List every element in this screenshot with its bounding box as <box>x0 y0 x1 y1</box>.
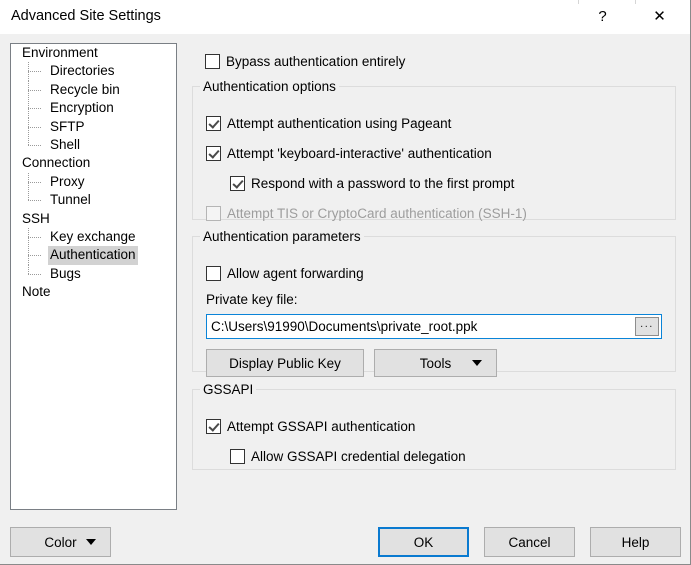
tree-item-label: Tunnel <box>50 192 91 208</box>
tools-dropdown-button[interactable]: Tools <box>374 349 497 377</box>
private-key-file-input[interactable] <box>207 316 635 337</box>
group-gssapi-legend: GSSAPI <box>203 382 254 397</box>
group-authentication-options: Authentication options Attempt authentic… <box>192 79 676 221</box>
tools-button-label: Tools <box>419 355 452 371</box>
attempt-keyboard-interactive-authentication-checkbox[interactable] <box>206 146 221 161</box>
tree-item-directories[interactable]: Directories <box>11 62 176 82</box>
tree-item-authentication[interactable]: Authentication <box>11 246 176 266</box>
tree-item-shell[interactable]: Shell <box>11 135 176 154</box>
allow-gssapi-credential-delegation-label: Allow GSSAPI credential delegation <box>251 449 466 464</box>
display-public-key-button[interactable]: Display Public Key <box>206 349 364 377</box>
checkbox-row-allow-gssapi-credential-delegation[interactable]: Allow GSSAPI credential delegation <box>230 449 466 464</box>
bypass-authentication-label: Bypass authentication entirely <box>226 54 406 69</box>
tree-item-label: Directories <box>50 63 115 79</box>
attempt-gssapi-authentication-checkbox[interactable] <box>206 419 221 434</box>
chevron-down-icon <box>86 539 96 545</box>
tree-item-label: Proxy <box>50 173 85 189</box>
tree-item-label: Note <box>22 284 51 300</box>
tree-item-label: Shell <box>50 136 81 152</box>
checkbox-row-attempt-tis-or-cryptocard-authentication-ssh-1: Attempt TIS or CryptoCard authentication… <box>206 206 527 221</box>
checkbox-row-respond-with-a-password-to-the-first-prompt[interactable]: Respond with a password to the first pro… <box>230 176 514 191</box>
tree-item-encryption[interactable]: Encryption <box>11 99 176 118</box>
close-icon[interactable]: ✕ <box>637 0 682 32</box>
allow-agent-forwarding-label: Allow agent forwarding <box>227 266 364 281</box>
group-gssapi: GSSAPI Attempt GSSAPI authentication Allo… <box>192 382 676 470</box>
titlebar-divider-right <box>635 0 636 4</box>
respond-with-a-password-to-the-first-prompt-label: Respond with a password to the first pro… <box>251 176 515 191</box>
help-button[interactable]: Help <box>590 527 681 557</box>
respond-with-a-password-to-the-first-prompt-checkbox[interactable] <box>230 176 245 191</box>
attempt-gssapi-authentication-label: Attempt GSSAPI authentication <box>227 419 416 434</box>
tree-item-key-exchange[interactable]: Key exchange <box>11 227 176 247</box>
tree-item-label: SSH <box>22 210 50 226</box>
tree-item-tunnel[interactable]: Tunnel <box>11 191 176 209</box>
color-button-label: Color <box>44 534 77 550</box>
chevron-down-icon <box>472 360 482 366</box>
bypass-authentication-checkbox[interactable] <box>205 54 220 69</box>
title-bar: Advanced Site Settings ? ✕ <box>0 0 690 34</box>
ok-button[interactable]: OK <box>378 527 469 557</box>
tree-item-label: Encryption <box>50 100 114 116</box>
tree-item-label: Recycle bin <box>50 81 120 97</box>
advanced-site-settings-dialog: Advanced Site Settings ? ✕ Environment Di… <box>0 0 691 565</box>
tree-item-proxy[interactable]: Proxy <box>11 172 176 192</box>
group-authentication-options-legend: Authentication options <box>203 79 336 94</box>
checkbox-row-allow-agent-forwarding[interactable]: Allow agent forwarding <box>206 266 364 281</box>
attempt-keyboard-interactive-authentication-label: Attempt 'keyboard-interactive' authentic… <box>227 146 492 161</box>
titlebar-divider-left <box>578 0 579 4</box>
attempt-tis-or-cryptocard-authentication-ssh-1-label: Attempt TIS or CryptoCard authentication… <box>227 206 527 221</box>
tree-item-label: Connection <box>22 155 91 171</box>
checkbox-row-bypass-authentication[interactable]: Bypass authentication entirely <box>205 54 405 69</box>
group-authentication-parameters: Authentication parameters Allow agent fo… <box>192 229 676 377</box>
attempt-authentication-using-pageant-checkbox[interactable] <box>206 116 221 131</box>
attempt-authentication-using-pageant-label: Attempt authentication using Pageant <box>227 116 452 131</box>
private-key-file-label: Private key file: <box>206 292 298 307</box>
tree-item-bugs[interactable]: Bugs <box>11 264 176 283</box>
tree-item-ssh[interactable]: SSH <box>11 210 176 228</box>
tree-item-connection[interactable]: Connection <box>11 154 176 172</box>
attempt-tis-or-cryptocard-authentication-ssh-1-checkbox <box>206 206 221 221</box>
cancel-button[interactable]: Cancel <box>484 527 575 557</box>
tree-item-label: Bugs <box>50 265 81 281</box>
tree-item-label: SFTP <box>50 118 85 134</box>
window-title: Advanced Site Settings <box>11 8 161 24</box>
tree-item-sftp[interactable]: SFTP <box>11 117 176 137</box>
checkbox-row-attempt-authentication-using-pageant[interactable]: Attempt authentication using Pageant <box>206 116 451 131</box>
help-icon[interactable]: ? <box>580 0 625 32</box>
tree-item-label: Environment <box>22 45 98 60</box>
allow-gssapi-credential-delegation-checkbox[interactable] <box>230 449 245 464</box>
tree-item-environment[interactable]: Environment <box>11 44 176 62</box>
tree-item-label: Key exchange <box>50 228 136 244</box>
group-authentication-parameters-legend: Authentication parameters <box>203 229 361 244</box>
allow-agent-forwarding-checkbox[interactable] <box>206 266 221 281</box>
tree-item-note[interactable]: Note <box>11 283 176 301</box>
private-key-file-field-wrapper[interactable]: ... <box>206 314 662 339</box>
color-dropdown-button[interactable]: Color <box>10 527 111 557</box>
checkbox-row-attempt-keyboard-interactive-authentication[interactable]: Attempt 'keyboard-interactive' authentic… <box>206 146 492 161</box>
tree-item-label: Authentication <box>48 246 138 265</box>
settings-tree[interactable]: Environment Directories Recycle bin Encrypt… <box>10 43 177 510</box>
browse-button[interactable]: ... <box>635 317 659 336</box>
tree-item-recycle-bin[interactable]: Recycle bin <box>11 80 176 100</box>
checkbox-row-attempt-gssapi-authentication[interactable]: Attempt GSSAPI authentication <box>206 419 415 434</box>
